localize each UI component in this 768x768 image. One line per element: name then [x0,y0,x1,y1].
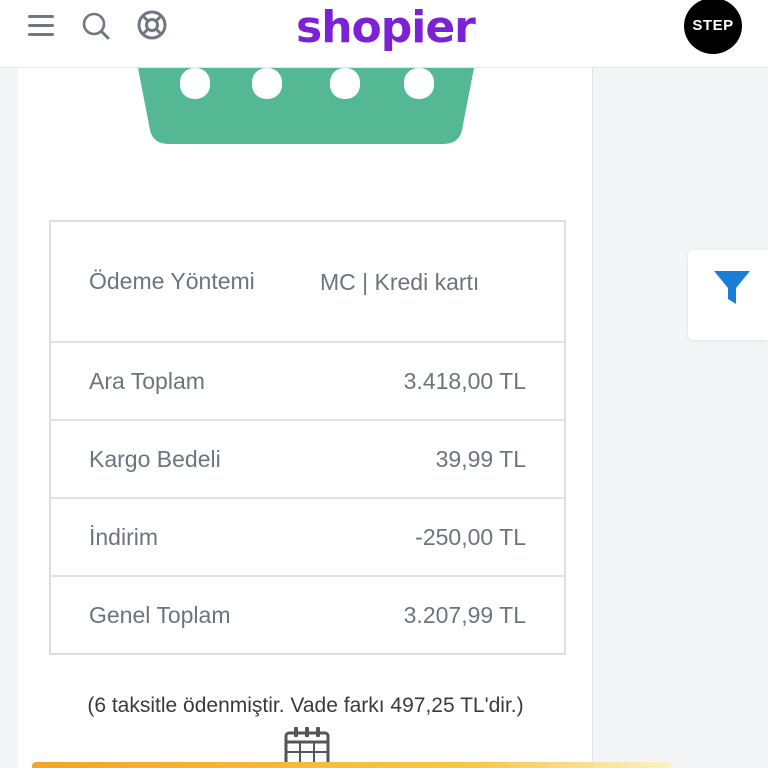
payment-method-label: Ödeme Yöntemi [50,221,320,343]
payment-method-value: MC | Kredi kartı [319,221,565,343]
shopier-logo[interactable]: shopier [296,0,476,60]
support-lifebuoy-icon[interactable] [136,9,168,41]
top-header: shopier STEP [0,0,768,68]
subtotal-label: Ara Toplam [50,342,320,421]
discount-value: -250,00 TL [319,498,565,577]
filter-funnel-icon [714,271,750,304]
grand-total-label: Genel Toplam [89,601,231,628]
shopping-basket-icon [138,68,474,144]
installment-note: (6 taksitle ödenmiştir. Vade farkı 497,2… [87,694,524,717]
subtotal-value: 3.418,00 TL [319,342,565,421]
table-row: İndirim -250,00 TL [50,498,565,577]
shipping-fee-value: 39,99 TL [319,420,565,499]
shipping-fee-label: Kargo Bedeli [50,420,320,499]
search-icon[interactable] [80,10,112,42]
filter-button[interactable] [688,250,768,340]
table-row: Ara Toplam 3.418,00 TL [50,342,565,421]
table-row: Kargo Bedeli 39,99 TL [50,420,565,499]
avatar[interactable]: STEP [684,0,742,54]
action-bar[interactable] [32,762,672,768]
discount-label: İndirim [50,498,320,577]
grand-total-value: 3.207,99 TL [403,601,526,628]
table-row: Ödeme Yöntemi MC | Kredi kartı [50,221,565,343]
hamburger-menu-icon[interactable] [28,13,56,39]
order-summary-table: Ödeme Yöntemi MC | Kredi kartı Ara Topla… [49,220,566,655]
table-row: Genel Toplam 3.207,99 TL [50,576,565,654]
